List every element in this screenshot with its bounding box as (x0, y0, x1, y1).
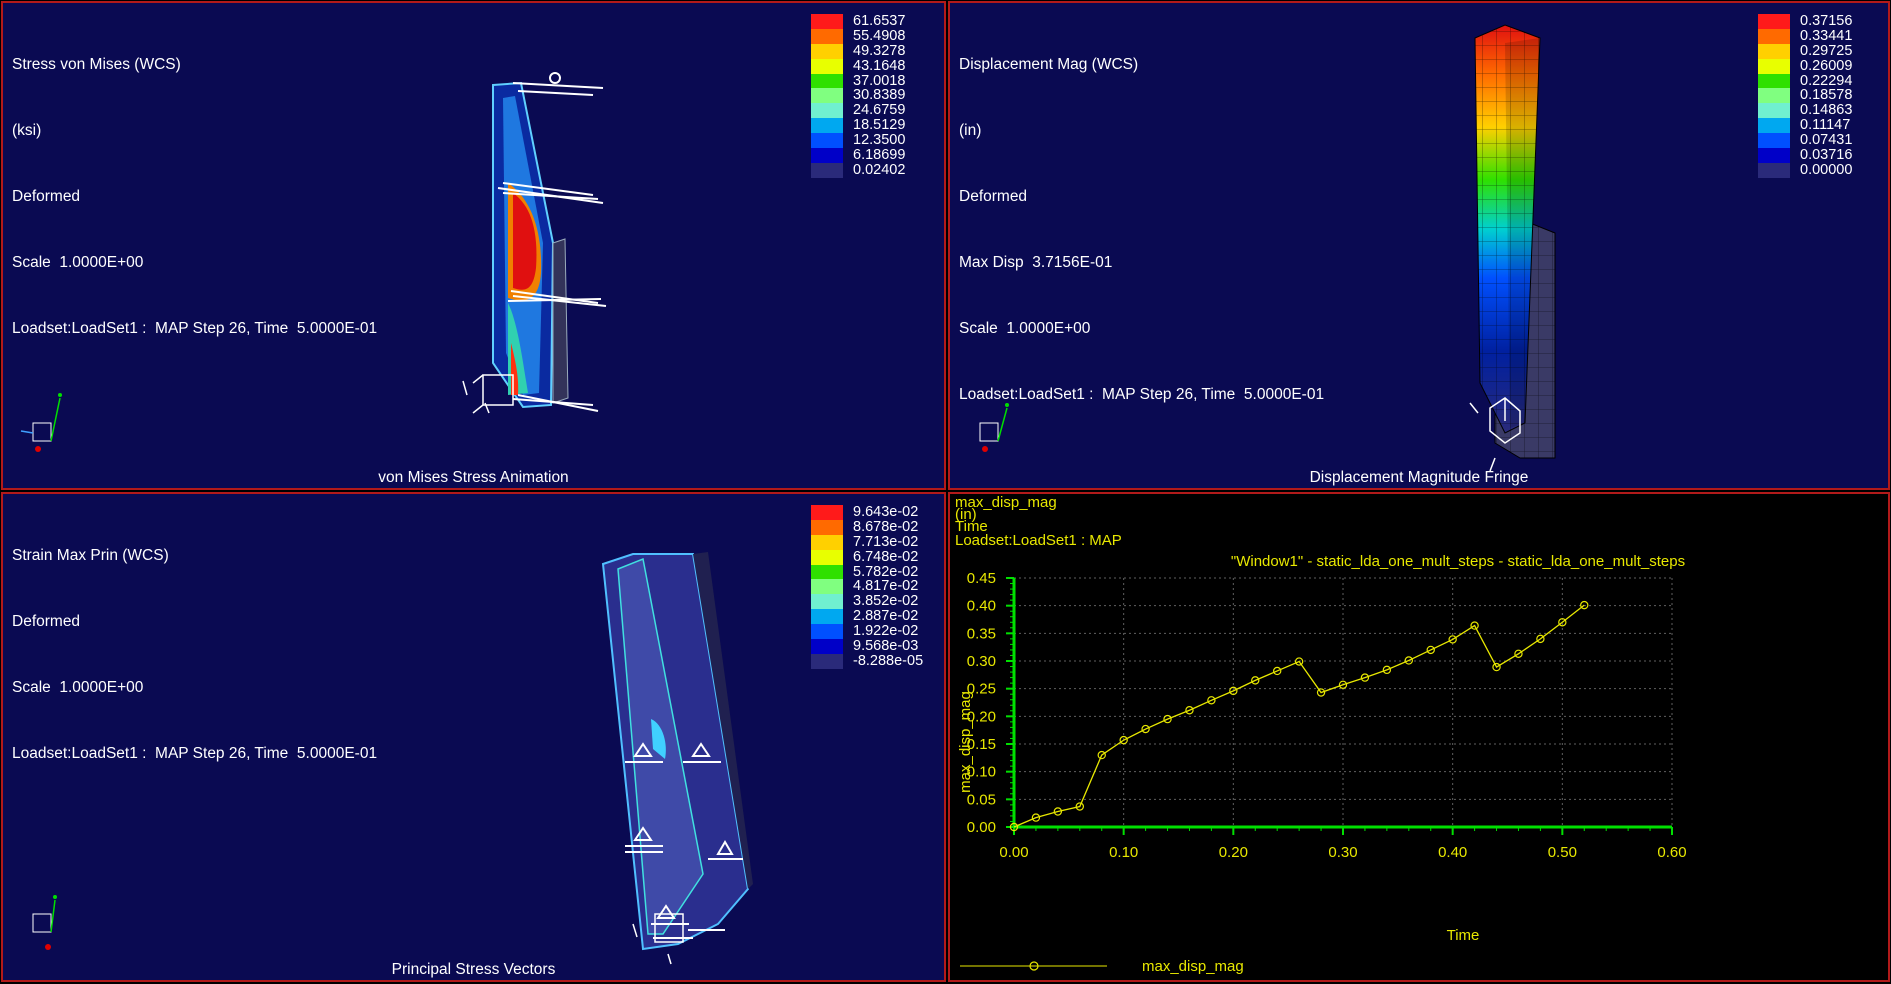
x-tick-label: 0.30 (1328, 844, 1357, 861)
y-tick-label: 0.30 (967, 653, 996, 670)
viewport-caption: Displacement Magnitude Fringe (1309, 469, 1529, 486)
x-tick-label: 0.60 (1657, 844, 1686, 861)
xy-plot-canvas[interactable]: "Window1" - static_lda_one_mult_steps - … (950, 494, 1890, 982)
y-tick-label: 0.35 (967, 625, 996, 642)
y-axis-label: max_disp_mag (957, 691, 974, 793)
x-tick-label: 0.20 (1219, 844, 1248, 861)
x-tick-label: 0.40 (1438, 844, 1467, 861)
viewport-caption: Principal Stress Vectors (391, 961, 556, 978)
plot-ticks: 0.00 0.10 0.20 0.30 0.40 0.50 0.600.000.050.10… (967, 570, 1687, 861)
axis-triad-icon (32, 895, 57, 950)
x-tick-label: 0.50 (1548, 844, 1577, 861)
fem-model-stress[interactable] (3, 3, 946, 490)
fem-model-displacement[interactable] (950, 3, 1890, 490)
x-tick-label: 0.00 (999, 844, 1028, 861)
data-point (1580, 600, 1589, 610)
y-tick-label: 0.00 (967, 819, 996, 836)
viewport-strain[interactable]: Strain Max Prin (WCS) Deformed Scale 1.0… (1, 492, 946, 982)
y-tick-label: 0.45 (967, 570, 996, 587)
viewport-von-mises[interactable]: Stress von Mises (WCS) (ksi) Deformed Sc… (1, 1, 946, 490)
y-tick-label: 0.05 (967, 791, 996, 808)
plot-legend: max_disp_mag (960, 958, 1244, 975)
viewport-xy-plot[interactable]: max_disp_mag (in) Time Loadset:LoadSet1 … (948, 492, 1890, 982)
viewport-caption: von Mises Stress Animation (378, 469, 569, 486)
axis-triad-icon (20, 393, 62, 452)
x-tick-label: 0.10 (1109, 844, 1138, 861)
fem-model-strain[interactable] (3, 494, 946, 982)
plot-grid (1013, 577, 1673, 828)
axis-triad-icon (979, 403, 1009, 452)
viewport-displacement[interactable]: Displacement Mag (WCS) (in) Deformed Max… (948, 1, 1890, 490)
chart-title: "Window1" - static_lda_one_mult_steps - … (1231, 553, 1685, 570)
legend-label: max_disp_mag (1142, 958, 1244, 975)
x-axis-label: Time (1447, 927, 1480, 944)
y-tick-label: 0.40 (967, 598, 996, 615)
